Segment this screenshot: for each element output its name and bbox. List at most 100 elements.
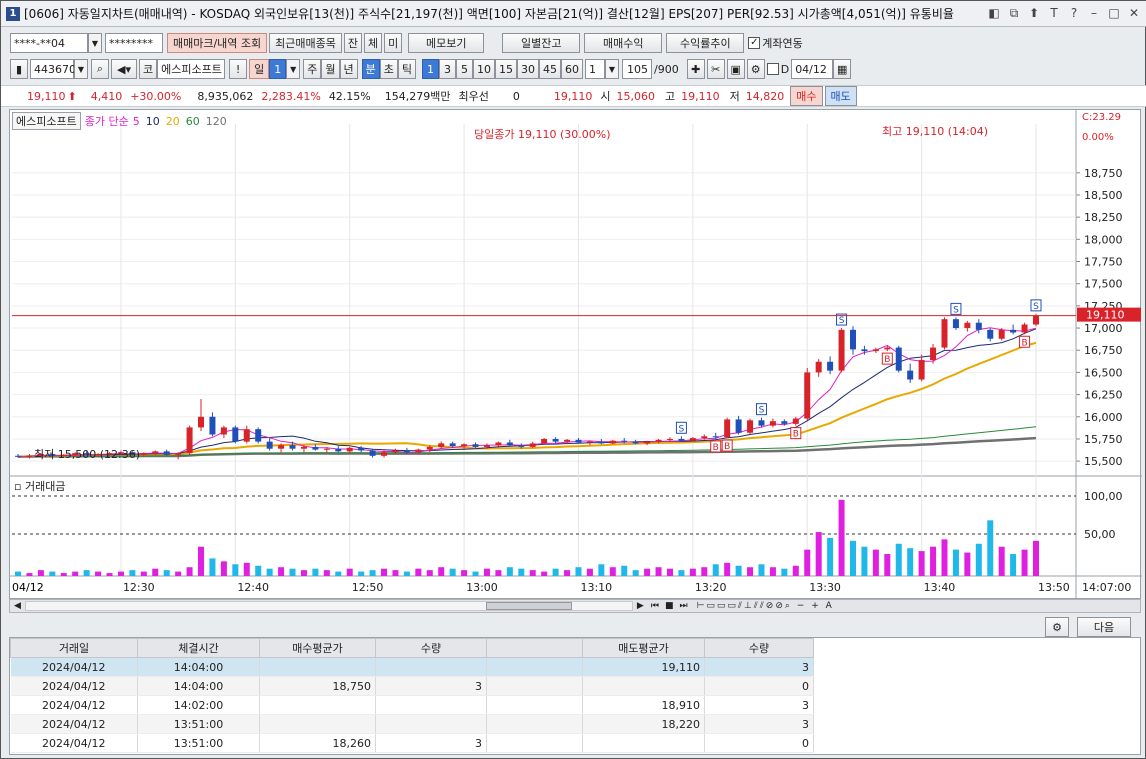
chart-scrollbar[interactable]: ◀ ▶ ⏮ ■ ⏭ ⊢▭▭▭⫽⊥⫽⫽⊘⊘⌕ − + A — [9, 599, 1141, 613]
close-icon[interactable]: ✕ — [1127, 6, 1141, 21]
period-num-field[interactable]: 1 — [269, 59, 287, 79]
alert-button[interactable]: ! — [229, 59, 248, 79]
header-time[interactable]: 체결시간 — [137, 638, 260, 658]
stock-code-field[interactable]: 443670 — [30, 59, 76, 79]
cell-sell-avg: 18,910 — [582, 695, 705, 715]
first-icon[interactable]: ⏮ — [648, 601, 662, 611]
che-button[interactable]: 체 — [364, 33, 383, 53]
account-field[interactable]: ****-**04 — [10, 33, 88, 53]
search-icon[interactable]: ⌕ — [91, 59, 109, 79]
volume-bar — [495, 570, 502, 576]
header-sell-qty[interactable]: 수량 — [704, 638, 814, 658]
gear-icon[interactable]: ⚙ — [746, 59, 765, 79]
candle-body — [495, 442, 502, 446]
account-dropdown[interactable]: ▼ — [88, 33, 102, 53]
minute-button[interactable]: 분 — [361, 59, 380, 79]
week-button[interactable]: 주 — [303, 59, 322, 79]
minimize-icon[interactable]: – — [1087, 6, 1101, 21]
table-gear-icon[interactable]: ⚙ — [1045, 617, 1069, 637]
candle-body — [701, 436, 708, 439]
last-icon[interactable]: ⏭ — [676, 601, 690, 611]
volume-bar — [781, 568, 788, 576]
d-checkbox[interactable] — [766, 63, 779, 75]
second-button[interactable]: 초 — [379, 59, 398, 79]
volume-bar — [609, 567, 616, 576]
candle-body — [666, 438, 673, 440]
period-day-button[interactable]: 일 — [249, 59, 270, 79]
interval-5-button[interactable]: 5 — [456, 59, 473, 79]
interval-15-button[interactable]: 15 — [495, 59, 517, 79]
chart-stock-tag[interactable]: 에스피소프트 — [12, 112, 81, 130]
pin-icon[interactable]: ⬆ — [1027, 6, 1041, 21]
account-link-checkbox[interactable]: ✓ — [748, 37, 761, 49]
tick-button[interactable]: 틱 — [397, 59, 416, 79]
volume-bar — [163, 570, 170, 576]
scroll-left-icon[interactable]: ◀ — [10, 601, 25, 611]
chart-canvas[interactable]: 18,75018,50018,25018,00017,75017,50017,2… — [10, 110, 1142, 600]
interval-60-button[interactable]: 60 — [561, 59, 583, 79]
yield-trend-button[interactable]: 수익률추이 — [666, 33, 745, 53]
table-row[interactable]: 2024/04/12 13:51:00 18,220 3 — [10, 714, 814, 734]
daily-balance-button[interactable]: 일별잔고 — [502, 33, 581, 53]
interval-30-button[interactable]: 30 — [517, 59, 539, 79]
scroll-thumb[interactable] — [485, 602, 572, 610]
speaker-icon[interactable]: ◀▾ — [111, 59, 137, 79]
volume-bar — [358, 571, 365, 576]
tools-icon[interactable]: ✂ — [706, 59, 725, 79]
table-row[interactable]: 2024/04/12 13:51:00 18,260 3 0 — [10, 733, 814, 753]
scroll-right-icon[interactable]: ▶ — [633, 601, 648, 611]
maximize-icon[interactable]: □ — [1107, 6, 1121, 21]
font-icon[interactable]: T — [1047, 6, 1061, 21]
save-icon[interactable]: ▣ — [726, 59, 745, 79]
crosshair-icon[interactable]: ✚ — [686, 59, 705, 79]
table-row[interactable]: 2024/04/12 14:04:00 19,110 3 — [10, 657, 814, 677]
month-button[interactable]: 월 — [321, 59, 340, 79]
year-button[interactable]: 년 — [339, 59, 358, 79]
buy-marker-label: B — [724, 442, 730, 452]
scroll-track[interactable] — [24, 601, 633, 611]
high-note: 최고 19,110 (14:04) — [882, 125, 988, 138]
count-field[interactable]: 105 — [622, 59, 652, 79]
buy-button[interactable]: 매수 — [790, 86, 823, 106]
interval-field[interactable]: 1 — [585, 59, 605, 79]
period-dropdown[interactable]: ▼ — [286, 59, 301, 79]
interval-10-button[interactable]: 10 — [473, 59, 495, 79]
price-chart[interactable]: 18,750 18,500 18,250 18,000 17,750 17,500 17,2… — [9, 109, 1142, 600]
help-icon[interactable]: ? — [1067, 6, 1081, 21]
candle-body — [838, 329, 845, 371]
memo-button[interactable]: 메모보기 — [408, 33, 485, 53]
date-field[interactable]: 04/12 — [791, 59, 834, 79]
link-icon[interactable]: ◧ — [987, 6, 1001, 21]
header-date[interactable]: 거래일 — [10, 638, 138, 658]
next-button[interactable]: 다음 — [1077, 617, 1131, 637]
mi-button[interactable]: 미 — [384, 33, 403, 53]
interval-1-button[interactable]: 1 — [422, 59, 439, 79]
candle-body — [358, 447, 365, 451]
market-button[interactable]: 코 — [139, 59, 158, 79]
trade-profit-button[interactable]: 매매수익 — [584, 33, 663, 53]
header-buy-avg[interactable]: 매수평균가 — [259, 638, 376, 658]
interval-45-button[interactable]: 45 — [539, 59, 561, 79]
draw-tools-icon[interactable]: ⊢▭▭▭⫽⊥⫽⫽⊘⊘⌕ − + A — [691, 601, 840, 611]
chart-type-icon[interactable]: ▮ — [10, 59, 28, 79]
header-buy-qty[interactable]: 수량 — [375, 638, 487, 658]
cell-sell-qty: 3 — [704, 657, 814, 677]
table-row[interactable]: 2024/04/12 14:02:00 18,910 3 — [10, 695, 814, 715]
candle-body — [952, 319, 959, 329]
header-sell-avg[interactable]: 매도평균가 — [582, 638, 705, 658]
table-row[interactable]: 2024/04/12 14:04:00 18,750 3 0 — [10, 676, 814, 696]
recent-stock-button[interactable]: 최근매매종목 — [269, 33, 342, 53]
stop-icon[interactable]: ■ — [662, 601, 677, 611]
sell-button[interactable]: 매도 — [824, 86, 857, 106]
password-field[interactable]: ******** — [105, 33, 163, 53]
jan-button[interactable]: 잔 — [343, 33, 363, 53]
price-tick-label: 15,750 — [1084, 433, 1123, 446]
interval-3-button[interactable]: 3 — [439, 59, 456, 79]
trade-mark-button[interactable]: 매매마크/내역 조회 — [167, 33, 268, 53]
volume-bar — [232, 564, 239, 576]
copy-icon[interactable]: ⧉ — [1007, 6, 1021, 21]
window-number-badge[interactable]: 1 — [6, 6, 20, 21]
interval-dropdown[interactable]: ▼ — [605, 59, 619, 79]
stock-code-dropdown[interactable]: ▼ — [74, 59, 88, 79]
calendar-icon[interactable]: ▦ — [833, 59, 852, 79]
